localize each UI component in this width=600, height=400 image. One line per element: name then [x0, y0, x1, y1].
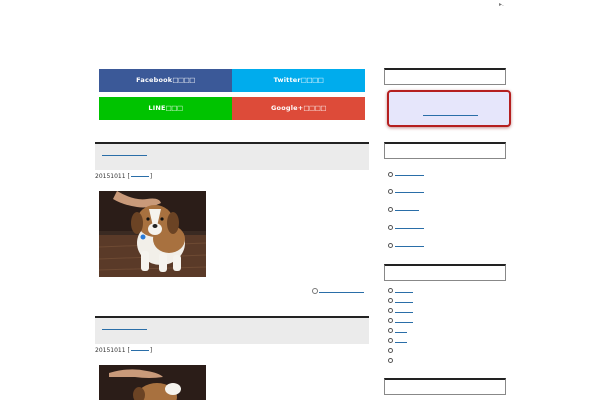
dog-photo-2[interactable]	[99, 365, 206, 400]
sidebar-widget-header-2	[384, 264, 506, 281]
sidebar-archive-link-6[interactable]	[395, 342, 407, 343]
sidebar-recent-link-1[interactable]	[395, 175, 424, 176]
facebook-share-glyphs: □□□□	[172, 76, 195, 84]
sidebar-featured-link[interactable]	[423, 115, 478, 116]
sidebar-widget-header-3	[384, 378, 506, 395]
sidebar-bullet-icon	[388, 172, 393, 177]
post-category-close-2: ]	[149, 347, 153, 354]
sidebar-bullet-icon	[388, 243, 393, 248]
sidebar-widget-header-1	[384, 142, 506, 159]
sidebar-archive-link-4[interactable]	[395, 322, 413, 323]
sidebar-bullet-icon	[388, 308, 393, 313]
sidebar-recent-link-2[interactable]	[395, 192, 424, 193]
post-meta-1: 20151011 []	[95, 173, 152, 180]
post-title-link-1[interactable]	[102, 155, 147, 156]
post-category-close-1: ]	[149, 173, 153, 180]
dog-photo-1-image	[99, 191, 206, 277]
sidebar-recent-link-4[interactable]	[395, 228, 424, 229]
post-date-2: 20151011	[95, 347, 126, 354]
sidebar-bullet-icon	[388, 318, 393, 323]
facebook-share-label: Facebook	[136, 76, 173, 84]
post-title-link-2[interactable]	[102, 329, 147, 330]
dog-photo-2-image	[99, 365, 206, 400]
post-category-link-1[interactable]	[130, 176, 149, 177]
line-share-label: LINE	[148, 104, 166, 112]
sidebar-bullet-icon	[388, 288, 393, 293]
google-share-label: Google+	[271, 104, 304, 112]
post-category-open-1: [	[127, 173, 130, 180]
read-more-link-1[interactable]	[319, 292, 364, 293]
sidebar-search-box[interactable]	[384, 68, 506, 85]
sidebar-archive-link-5[interactable]	[395, 332, 407, 333]
sidebar-recent-link-3[interactable]	[395, 210, 419, 211]
sidebar-bullet-icon	[388, 225, 393, 230]
post-category-open-2: [	[127, 347, 130, 354]
post-category-link-2[interactable]	[130, 350, 149, 351]
google-share-glyphs: □□□□	[303, 104, 326, 112]
google-share-button[interactable]: Google+□□□□	[232, 97, 365, 120]
line-share-button[interactable]: LINE□□□	[99, 97, 232, 120]
sidebar-bullet-icon	[388, 338, 393, 343]
sidebar-bullet-icon	[388, 189, 393, 194]
dog-photo-1[interactable]	[99, 191, 206, 277]
post-header-2	[95, 316, 369, 344]
line-share-glyphs: □□□	[165, 104, 183, 112]
sidebar-recent-link-5[interactable]	[395, 246, 424, 247]
read-more-icon-1	[312, 288, 318, 294]
sidebar-archive-link-3[interactable]	[395, 312, 413, 313]
post-header-1	[95, 142, 369, 170]
sidebar-bullet-icon	[388, 348, 393, 353]
sidebar-bullet-icon	[388, 358, 393, 363]
post-meta-2: 20151011 []	[95, 347, 152, 354]
sidebar-archive-link-2[interactable]	[395, 302, 413, 303]
sidebar-bullet-icon	[388, 298, 393, 303]
post-date-1: 20151011	[95, 173, 126, 180]
twitter-share-glyphs: □□□□	[300, 76, 324, 84]
facebook-share-button[interactable]: Facebook□□□□	[99, 69, 232, 92]
corner-marker: ▸.	[499, 1, 504, 8]
sidebar-bullet-icon	[388, 328, 393, 333]
twitter-share-label: Twitter	[273, 76, 301, 84]
sidebar-archive-link-1[interactable]	[395, 292, 413, 293]
sidebar-bullet-icon	[388, 207, 393, 212]
twitter-share-button[interactable]: Twitter□□□□	[232, 69, 365, 92]
sidebar-featured-box	[387, 90, 511, 127]
